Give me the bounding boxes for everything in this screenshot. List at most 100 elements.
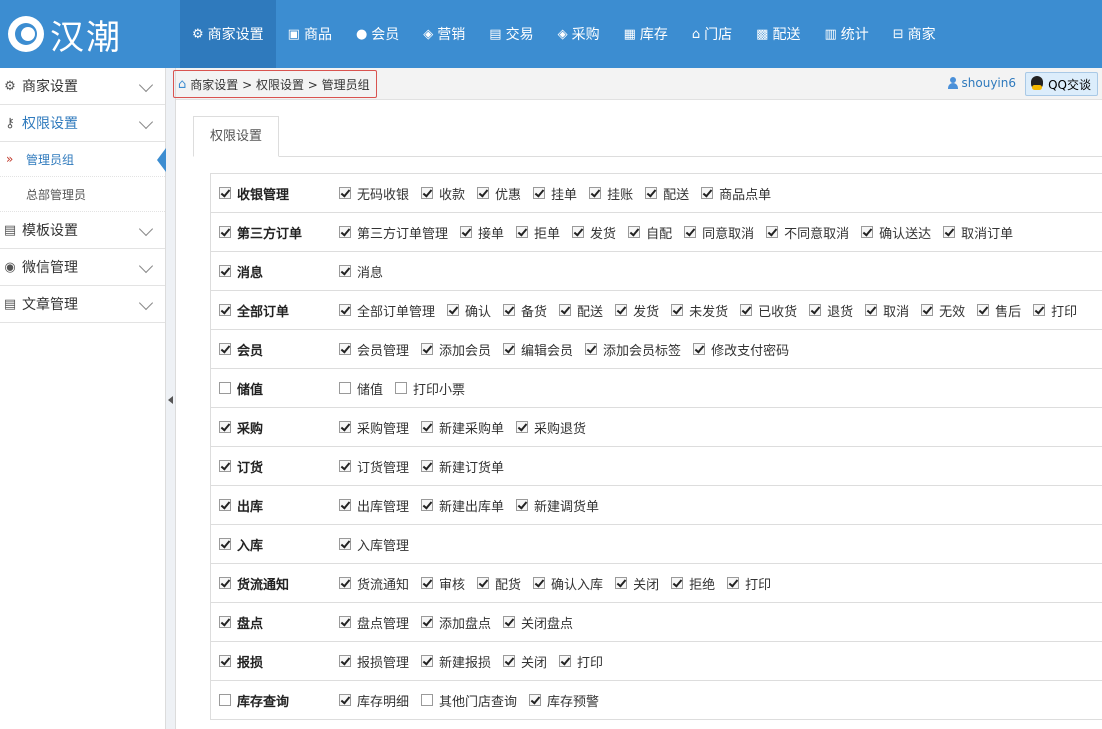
permission-group-checkbox[interactable] [219, 304, 231, 316]
permission-group[interactable]: 盘点 [219, 603, 263, 641]
permission-item[interactable]: 打印 [559, 652, 603, 671]
permission-item[interactable]: 同意取消 [684, 223, 754, 242]
permission-checkbox[interactable] [503, 616, 516, 628]
sidebar-group-0[interactable]: ⚙ 商家设置 [0, 68, 165, 105]
nav-item-0[interactable]: ⚙ 商家设置 [180, 0, 276, 68]
permission-checkbox[interactable] [339, 460, 351, 472]
permission-checkbox[interactable] [589, 187, 602, 199]
permission-checkbox[interactable] [477, 187, 490, 199]
permission-checkbox[interactable] [809, 304, 822, 316]
logo[interactable]: 汉潮 [0, 0, 180, 68]
permission-checkbox[interactable] [861, 226, 874, 238]
permission-item[interactable]: 新建采购单 [421, 418, 504, 437]
permission-group-checkbox[interactable] [219, 421, 231, 433]
permission-checkbox[interactable] [421, 655, 434, 667]
nav-item-4[interactable]: ▤ 交易 [477, 0, 545, 68]
permission-item[interactable]: 取消 [865, 301, 909, 320]
permission-item[interactable]: 售后 [977, 301, 1021, 320]
permission-group[interactable]: 采购 [219, 408, 263, 446]
permission-checkbox[interactable] [671, 304, 684, 316]
permission-item[interactable]: 库存明细 [339, 691, 409, 710]
permission-item[interactable]: 新建出库单 [421, 496, 504, 515]
permission-checkbox[interactable] [460, 226, 473, 238]
permission-item[interactable]: 发货 [572, 223, 616, 242]
sidebar-collapse-toggle[interactable] [166, 68, 176, 729]
permission-item[interactable]: 出库管理 [339, 496, 409, 515]
permission-item[interactable]: 配送 [645, 184, 689, 203]
permission-group[interactable]: 库存查询 [219, 681, 289, 719]
permission-checkbox[interactable] [339, 226, 351, 238]
permission-group-checkbox[interactable] [219, 460, 231, 472]
permission-checkbox[interactable] [727, 577, 740, 589]
nav-item-10[interactable]: ⊟ 商家 [881, 0, 948, 68]
nav-item-5[interactable]: ◈ 采购 [546, 0, 612, 68]
permission-checkbox[interactable] [585, 343, 598, 355]
permission-item[interactable]: 打印 [1033, 301, 1077, 320]
permission-checkbox[interactable] [339, 616, 351, 628]
permission-item[interactable]: 已收货 [740, 301, 797, 320]
permission-item[interactable]: 货流通知 [339, 574, 409, 593]
permission-checkbox[interactable] [503, 343, 516, 355]
permission-checkbox[interactable] [477, 577, 490, 589]
permission-item[interactable]: 取消订单 [943, 223, 1013, 242]
permission-item[interactable]: 收款 [421, 184, 465, 203]
nav-item-8[interactable]: ▩ 配送 [744, 0, 812, 68]
permission-checkbox[interactable] [395, 382, 408, 394]
permission-item[interactable]: 退货 [809, 301, 853, 320]
permission-checkbox[interactable] [421, 499, 434, 511]
permission-checkbox[interactable] [1033, 304, 1046, 316]
permission-item[interactable]: 订货管理 [339, 457, 409, 476]
permission-checkbox[interactable] [766, 226, 779, 238]
permission-item[interactable]: 编辑会员 [503, 340, 573, 359]
permission-checkbox[interactable] [516, 226, 529, 238]
permission-checkbox[interactable] [503, 304, 516, 316]
permission-checkbox[interactable] [339, 343, 351, 355]
permission-item[interactable]: 添加会员标签 [585, 340, 681, 359]
permission-item[interactable]: 优惠 [477, 184, 521, 203]
permission-checkbox[interactable] [339, 577, 351, 589]
permission-item[interactable]: 全部订单管理 [339, 301, 435, 320]
nav-item-6[interactable]: ▦ 库存 [612, 0, 680, 68]
permission-group[interactable]: 出库 [219, 486, 263, 524]
nav-item-2[interactable]: ● 会员 [344, 0, 411, 68]
permission-item[interactable]: 入库管理 [339, 535, 409, 554]
permission-item[interactable]: 配送 [559, 301, 603, 320]
permission-checkbox[interactable] [516, 421, 529, 433]
permission-item[interactable]: 新建报损 [421, 652, 491, 671]
sidebar-item-1-1[interactable]: 总部管理员 [0, 177, 165, 212]
permission-group[interactable]: 储值 [219, 369, 263, 407]
permission-item[interactable]: 盘点管理 [339, 613, 409, 632]
permission-checkbox[interactable] [421, 577, 434, 589]
permission-item[interactable]: 会员管理 [339, 340, 409, 359]
permission-item[interactable]: 采购退货 [516, 418, 586, 437]
permission-group[interactable]: 会员 [219, 330, 263, 368]
sidebar-group-4[interactable]: ▤ 文章管理 [0, 286, 165, 323]
nav-item-7[interactable]: ⌂ 门店 [680, 0, 744, 68]
permission-item[interactable]: 第三方订单管理 [339, 223, 448, 242]
permission-item[interactable]: 不同意取消 [766, 223, 849, 242]
permission-checkbox[interactable] [339, 382, 351, 394]
permission-group[interactable]: 全部订单 [219, 291, 289, 329]
permission-checkbox[interactable] [447, 304, 460, 316]
permission-checkbox[interactable] [671, 577, 684, 589]
permission-checkbox[interactable] [559, 304, 572, 316]
permission-item[interactable]: 库存预警 [529, 691, 599, 710]
permission-checkbox[interactable] [339, 655, 351, 667]
permission-item[interactable]: 无效 [921, 301, 965, 320]
permission-item[interactable]: 消息 [339, 262, 383, 281]
permission-checkbox[interactable] [339, 421, 351, 433]
tab-permission-settings[interactable]: 权限设置 [193, 116, 280, 157]
permission-item[interactable]: 接单 [460, 223, 504, 242]
qq-chat-button[interactable]: QQ交谈 [1025, 72, 1098, 96]
permission-item[interactable]: 无码收银 [339, 184, 409, 203]
permission-group[interactable]: 消息 [219, 252, 263, 290]
permission-item[interactable]: 添加盘点 [421, 613, 491, 632]
permission-checkbox[interactable] [339, 538, 351, 550]
permission-checkbox[interactable] [339, 304, 351, 316]
permission-item[interactable]: 发货 [615, 301, 659, 320]
permission-group-checkbox[interactable] [219, 226, 231, 238]
permission-checkbox[interactable] [529, 694, 542, 706]
permission-item[interactable]: 挂账 [589, 184, 633, 203]
permission-group[interactable]: 收银管理 [219, 174, 289, 212]
permission-item[interactable]: 未发货 [671, 301, 728, 320]
